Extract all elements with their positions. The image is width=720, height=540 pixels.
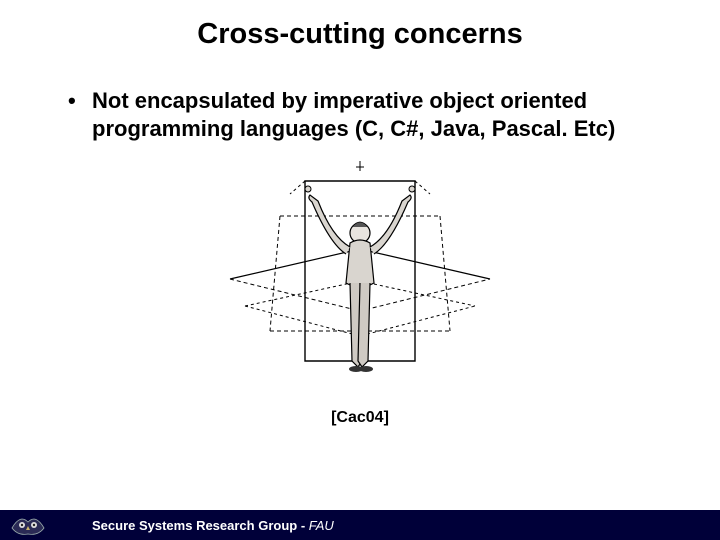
figure-citation: [Cac04] [68,409,652,427]
footer-org: FAU [309,518,334,533]
footer-group-name: Secure Systems Research Group - [92,518,309,533]
figure-container [68,161,652,399]
bullet-marker: • [68,87,92,143]
bullet-item: • Not encapsulated by imperative object … [68,87,652,143]
footer-text: Secure Systems Research Group - FAU [92,518,334,533]
slide-body: • Not encapsulated by imperative object … [68,87,652,427]
slide-title: Cross-cutting concerns [0,18,720,51]
cross-cutting-planes-figure [210,161,510,399]
bullet-text: Not encapsulated by imperative object or… [92,87,652,143]
slide: Cross-cutting concerns • Not encapsulate… [0,18,720,540]
owl-logo-icon [0,510,56,540]
footer-bar: Secure Systems Research Group - FAU [0,510,720,540]
